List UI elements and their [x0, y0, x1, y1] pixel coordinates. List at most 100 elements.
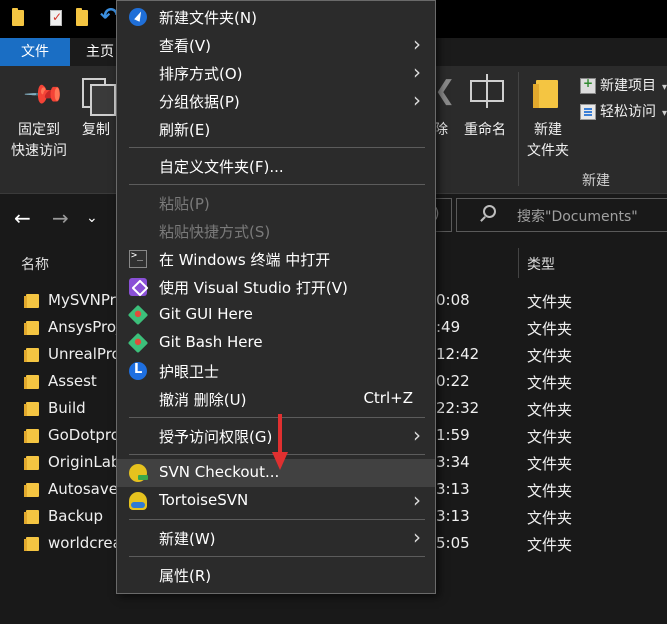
menu-item-tortoise-svn[interactable]: TortoiseSVN › [117, 487, 435, 515]
properties-icon[interactable] [50, 10, 62, 26]
search-box[interactable]: 搜索"Documents" [456, 198, 667, 232]
recent-locations-chevron-icon[interactable]: ⌄ [86, 204, 98, 232]
file-name: Backup [48, 507, 103, 525]
file-modified-time: 3:13 [436, 507, 470, 525]
menu-item-git-gui[interactable]: Git GUI Here [117, 301, 435, 329]
menu-item-refresh[interactable]: 刷新(E) [117, 115, 435, 143]
folder-icon [24, 375, 39, 389]
menu-separator [129, 147, 425, 148]
folder-icon [24, 348, 39, 362]
folder-icon [24, 321, 39, 335]
folder-icon [24, 510, 39, 524]
menu-item-new[interactable]: 新建(W) › [117, 524, 435, 552]
refresh-button[interactable]: ) [434, 198, 452, 232]
menu-item-open-terminal[interactable]: 在 Windows 终端 中打开 [117, 245, 435, 273]
chevron-right-icon: › [413, 88, 421, 112]
search-icon [483, 205, 496, 218]
menu-item-label: 分组依据(P) [159, 93, 240, 111]
file-name: Build [48, 399, 86, 417]
menu-item-label: 护眼卫士 [159, 363, 220, 381]
easy-access-icon [580, 104, 596, 120]
file-modified-time: 3:34 [436, 453, 470, 471]
new-folder-large-icon [533, 80, 558, 108]
search-input[interactable]: 搜索"Documents" [517, 206, 638, 226]
menu-item-customize-folder[interactable]: 自定义文件夹(F)... [117, 152, 435, 180]
copy-button[interactable]: 复制 [80, 120, 112, 141]
chevron-right-icon: › [413, 525, 421, 549]
file-type: 文件夹 [527, 509, 573, 527]
menu-item-properties[interactable]: 属性(R) [117, 561, 435, 589]
forward-arrow-icon[interactable]: → [52, 204, 69, 232]
menu-item-view[interactable]: 查看(V) › [117, 31, 435, 59]
file-type: 文件夹 [527, 401, 573, 419]
chevron-right-icon: › [413, 60, 421, 84]
folder-icon [24, 429, 39, 443]
menu-item-label: SVN Checkout... [159, 463, 280, 481]
tab-home[interactable]: 主页 [86, 38, 114, 66]
menu-item-label: 撤消 删除(U) [159, 391, 247, 409]
folder-icon [24, 537, 39, 551]
menu-item-grant-access[interactable]: 授予访问权限(G) › [117, 422, 435, 450]
menu-item-label: 粘贴(P) [159, 195, 210, 213]
menu-item-paste-shortcut[interactable]: 粘贴快捷方式(S) [117, 217, 435, 245]
folder-icon [24, 456, 39, 470]
folder-icon [24, 483, 39, 497]
file-modified-time: :49 [436, 318, 461, 336]
new-item-button[interactable]: 新建项目 [600, 76, 656, 97]
tab-file[interactable]: 文件 [0, 38, 70, 66]
menu-item-label: 在 Windows 终端 中打开 [159, 251, 331, 269]
annotation-arrow [272, 414, 288, 470]
file-type: 文件夹 [527, 347, 573, 365]
new-folder-label-2: 文件夹 [527, 143, 569, 159]
folder-icon [24, 402, 39, 416]
column-header-type[interactable]: 类型 [527, 254, 555, 274]
pin-icon: 📌 [22, 72, 67, 118]
menu-item-eye-guard[interactable]: 护眼卫士 [117, 357, 435, 385]
rename-button[interactable]: 重命名 [464, 120, 506, 141]
menu-item-git-bash[interactable]: Git Bash Here [117, 329, 435, 357]
file-modified-time: 0:22 [436, 372, 470, 390]
column-divider[interactable] [518, 248, 519, 278]
file-modified-time: 1:59 [436, 426, 470, 444]
svn-checkout-icon [129, 464, 148, 482]
file-name: MySVNPr [48, 291, 116, 309]
delete-button[interactable]: 除 [434, 120, 448, 141]
eye-guard-icon [129, 362, 147, 380]
menu-item-label: 刷新(E) [159, 121, 211, 139]
menu-item-open-visual-studio[interactable]: 使用 Visual Studio 打开(V) [117, 273, 435, 301]
menu-separator [129, 556, 425, 557]
menu-item-label: 自定义文件夹(F)... [159, 158, 284, 176]
menu-item-label: 新建(W) [159, 530, 216, 548]
menu-item-new-folder[interactable]: 新建文件夹(N) [117, 3, 435, 31]
folder-icon [24, 294, 39, 308]
pin-to-quick-access-button[interactable]: 固定到 快速访问 [8, 120, 70, 162]
ribbon-separator [518, 72, 519, 186]
keyboard-shortcut: Ctrl+Z [363, 389, 413, 407]
file-type: 文件夹 [527, 320, 573, 338]
new-folder-button[interactable]: 新建 文件夹 [524, 120, 572, 162]
menu-item-sort-by[interactable]: 排序方式(O) › [117, 59, 435, 87]
visual-studio-icon [129, 278, 147, 296]
menu-separator [129, 417, 425, 418]
tortoise-svn-icon [129, 492, 147, 510]
file-name: OriginLab [48, 453, 121, 471]
menu-item-undo-delete[interactable]: 撤消 删除(U) Ctrl+Z [117, 385, 435, 413]
new-folder-icon[interactable] [76, 8, 88, 26]
folder-icon[interactable] [12, 8, 24, 26]
easy-access-button[interactable]: 轻松访问 [600, 102, 656, 123]
file-name: worldcrea [48, 534, 122, 552]
chevron-right-icon: › [413, 488, 421, 512]
file-modified-time: 22:32 [436, 399, 480, 417]
menu-item-paste[interactable]: 粘贴(P) [117, 189, 435, 217]
file-type: 文件夹 [527, 482, 573, 500]
back-arrow-icon[interactable]: ← [14, 204, 31, 232]
file-modified-time: 12:42 [436, 345, 480, 363]
menu-item-label: 排序方式(O) [159, 65, 243, 83]
ribbon-group-new-label: 新建 [582, 173, 610, 189]
rename-icon [470, 74, 504, 108]
chevron-right-icon: › [413, 32, 421, 56]
column-header-name[interactable]: 名称 [21, 254, 49, 274]
delete-icon: ❮ [434, 76, 456, 106]
menu-item-group-by[interactable]: 分组依据(P) › [117, 87, 435, 115]
menu-item-label: 授予访问权限(G) [159, 428, 273, 446]
